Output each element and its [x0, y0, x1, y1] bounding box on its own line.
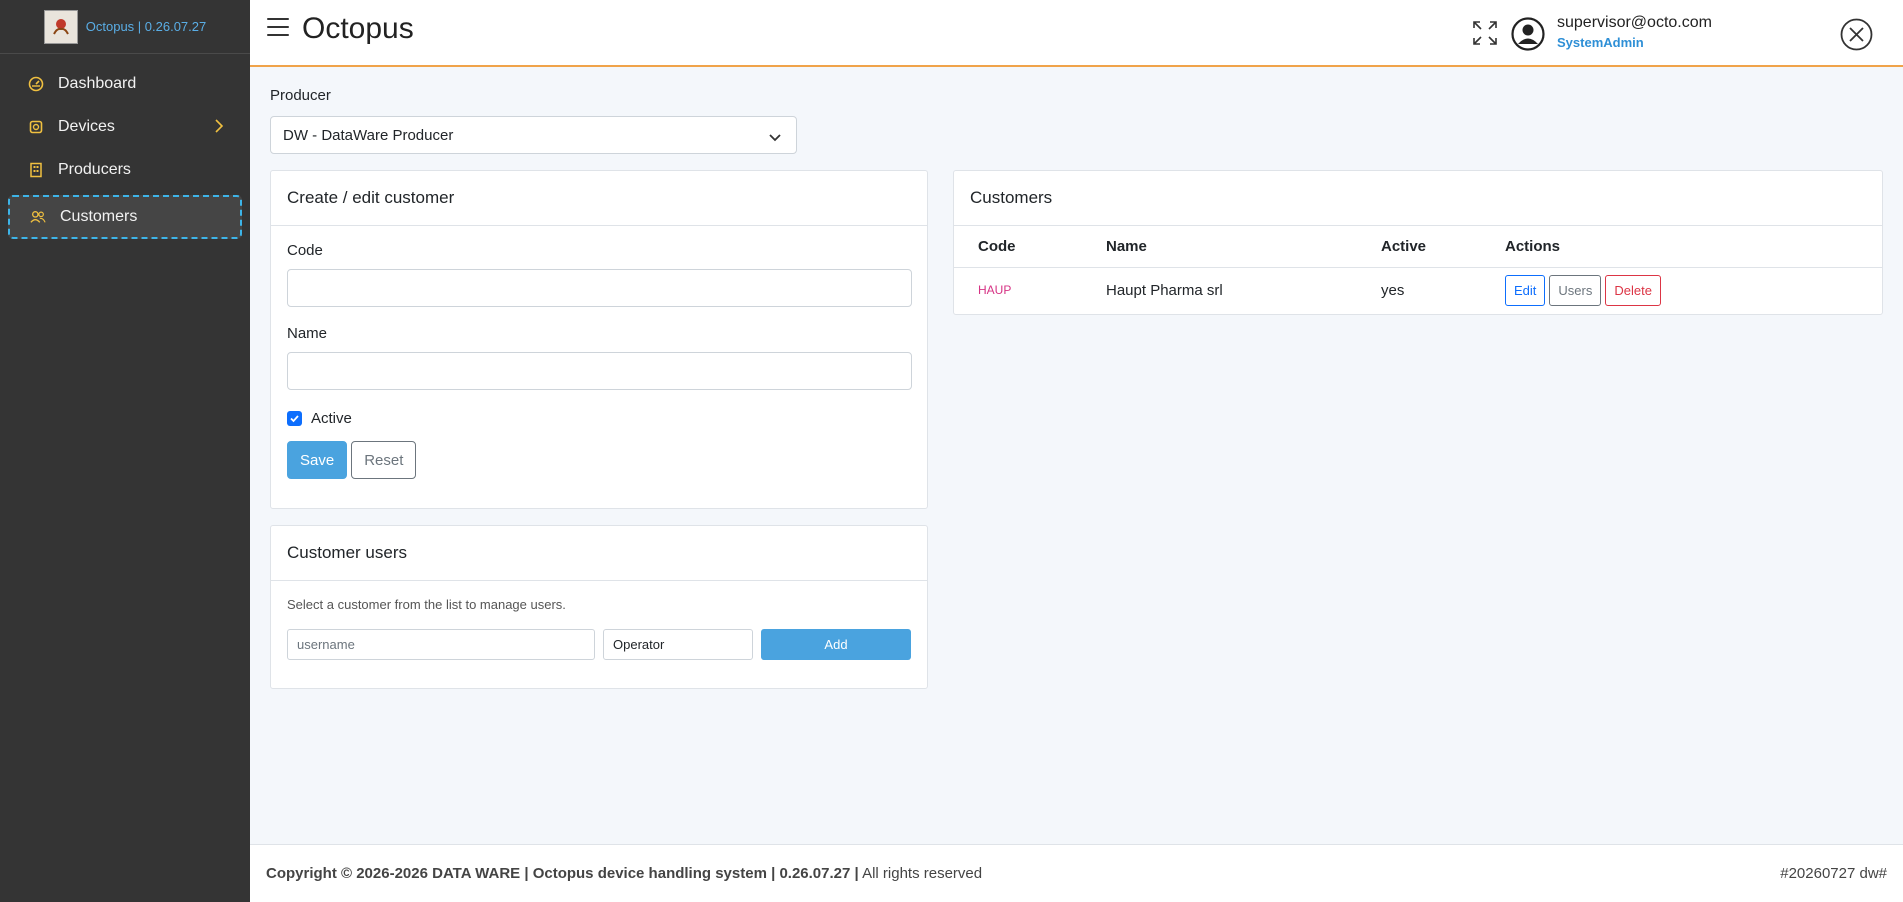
form-buttons: Save Reset [287, 441, 911, 479]
add-user-row: username Operator Add [287, 629, 911, 660]
footer-rights: All rights reserved [862, 865, 983, 882]
sidebar-item-label: Dashboard [58, 74, 137, 92]
sidebar-nav: Dashboard Devices Producers Customers [0, 62, 250, 239]
fullscreen-icon[interactable] [1472, 20, 1498, 51]
chevron-down-icon [768, 130, 782, 147]
reset-button[interactable]: Reset [351, 441, 417, 479]
active-label: Active [311, 410, 352, 427]
code-label: Code [287, 242, 323, 259]
chip-icon [28, 119, 44, 135]
user-avatar-icon[interactable] [1511, 17, 1545, 56]
check-icon [290, 415, 299, 423]
customers-table: Code Name Active Actions HAUP Haupt Phar… [954, 226, 1882, 313]
customer-name: Haupt Pharma srl [1106, 281, 1223, 299]
footer: Copyright © 2026-2026 DATA WARE | Octopu… [250, 844, 1903, 902]
brand-text: Octopus | 0.26.07.27 [85, 19, 207, 34]
active-checkbox-row: Active [287, 410, 911, 427]
edit-customer-card: Create / edit customer Code Name Active … [270, 170, 928, 509]
name-input[interactable] [287, 352, 912, 390]
code-input[interactable] [287, 269, 912, 307]
customer-code: HAUP [978, 283, 1012, 298]
customer-users-title: Customer users [271, 526, 927, 581]
role-input[interactable]: Operator [603, 629, 753, 660]
customer-users-help: Select a customer from the list to manag… [287, 597, 566, 612]
table-row: HAUP Haupt Pharma srl yes Edit Users Del… [954, 267, 1882, 313]
column-header-actions: Actions [1481, 226, 1882, 268]
sidebar-item-customers[interactable]: Customers [8, 195, 242, 239]
sidebar-item-devices[interactable]: Devices [0, 105, 250, 148]
producer-selected-value: DW - DataWare Producer [283, 126, 454, 144]
users-icon [30, 209, 46, 225]
footer-copyright: Copyright © 2026-2026 DATA WARE | Octopu… [266, 865, 859, 882]
sidebar: Octopus | 0.26.07.27 Dashboard Devices P… [0, 0, 250, 902]
footer-build: #20260727 dw# [1780, 865, 1887, 882]
edit-button[interactable]: Edit [1505, 274, 1546, 306]
chevron-right-icon [214, 118, 224, 139]
customers-card: Customers Code Name Active Actions HAUP … [953, 170, 1883, 315]
edit-customer-title: Create / edit customer [271, 171, 927, 226]
add-user-button[interactable]: Add [761, 629, 911, 660]
sidebar-item-label: Devices [58, 117, 115, 135]
octopus-logo-icon [43, 9, 78, 44]
sidebar-item-label: Customers [60, 208, 138, 225]
column-header-active: Active [1357, 226, 1481, 268]
customer-users-card: Customer users Select a customer from th… [270, 525, 928, 689]
close-icon[interactable] [1840, 18, 1873, 56]
users-button[interactable]: Users [1549, 274, 1602, 306]
user-email: supervisor@octo.com [1557, 14, 1712, 31]
topbar: Octopus supervisor@octo.com SystemAdmin [250, 0, 1903, 67]
producer-select[interactable]: DW - DataWare Producer [270, 116, 797, 154]
row-actions: Edit Users Delete [1505, 274, 1858, 306]
sidebar-item-producers[interactable]: Producers [0, 148, 250, 191]
building-icon [28, 162, 44, 178]
sidebar-item-label: Producers [58, 160, 131, 178]
save-button[interactable]: Save [287, 441, 348, 479]
active-checkbox[interactable] [287, 411, 302, 426]
gauge-icon [28, 76, 44, 92]
footer-copyright-block: Copyright © 2026-2026 DATA WARE | Octopu… [266, 865, 982, 882]
menu-icon[interactable] [267, 18, 289, 36]
name-label: Name [287, 325, 328, 342]
customers-title: Customers [954, 171, 1882, 226]
user-role[interactable]: SystemAdmin [1557, 35, 1644, 50]
sidebar-item-dashboard[interactable]: Dashboard [0, 62, 250, 105]
brand[interactable]: Octopus | 0.26.07.27 [0, 0, 250, 54]
customer-active: yes [1381, 281, 1405, 299]
column-header-code: Code [954, 226, 1082, 268]
page-title: Octopus [302, 12, 414, 45]
producer-label: Producer [270, 87, 331, 104]
username-input[interactable]: username [287, 629, 595, 660]
delete-button[interactable]: Delete [1605, 274, 1661, 306]
column-header-name: Name [1082, 226, 1357, 268]
